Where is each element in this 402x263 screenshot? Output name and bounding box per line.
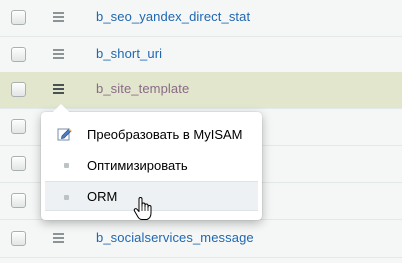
table-list: b_seo_yandex_direct_stat b_short_uri b_s…	[0, 0, 402, 263]
menu-item-convert-myisam[interactable]: Преобразовать в MyISAM	[45, 119, 258, 149]
menu-item-optimize[interactable]: Оптимизировать	[45, 150, 258, 180]
table-name-link[interactable]: b_socialservices_message	[96, 230, 254, 245]
row-menu-icon[interactable]	[50, 9, 68, 25]
row-checkbox[interactable]	[11, 10, 26, 25]
table-row: b_short_uri	[0, 37, 402, 74]
hand-cursor-icon	[133, 197, 153, 221]
row-checkbox[interactable]	[11, 82, 26, 97]
row-menu-icon[interactable]	[50, 230, 68, 246]
row-checkbox[interactable]	[11, 119, 26, 134]
row-checkbox[interactable]	[11, 231, 26, 246]
row-checkbox[interactable]	[11, 47, 26, 62]
row-checkbox[interactable]	[11, 193, 26, 208]
menu-item-label: Преобразовать в MyISAM	[87, 127, 243, 142]
menu-item-label: Оптимизировать	[87, 158, 188, 173]
table-row: b_seo_yandex_direct_stat	[0, 0, 402, 37]
menu-item-label: ORM	[87, 189, 118, 204]
table-row: b_socialservices_message	[0, 221, 402, 258]
bullet-icon	[64, 195, 69, 200]
table-name-link[interactable]: b_site_template	[96, 81, 189, 96]
bullet-icon	[64, 163, 69, 168]
row-checkbox[interactable]	[11, 156, 26, 171]
row-menu-icon[interactable]	[50, 46, 68, 62]
table-name-link[interactable]: b_short_uri	[96, 46, 162, 61]
row-menu-icon[interactable]	[50, 81, 68, 97]
table-name-link[interactable]: b_seo_yandex_direct_stat	[96, 9, 250, 24]
edit-icon	[57, 126, 73, 142]
